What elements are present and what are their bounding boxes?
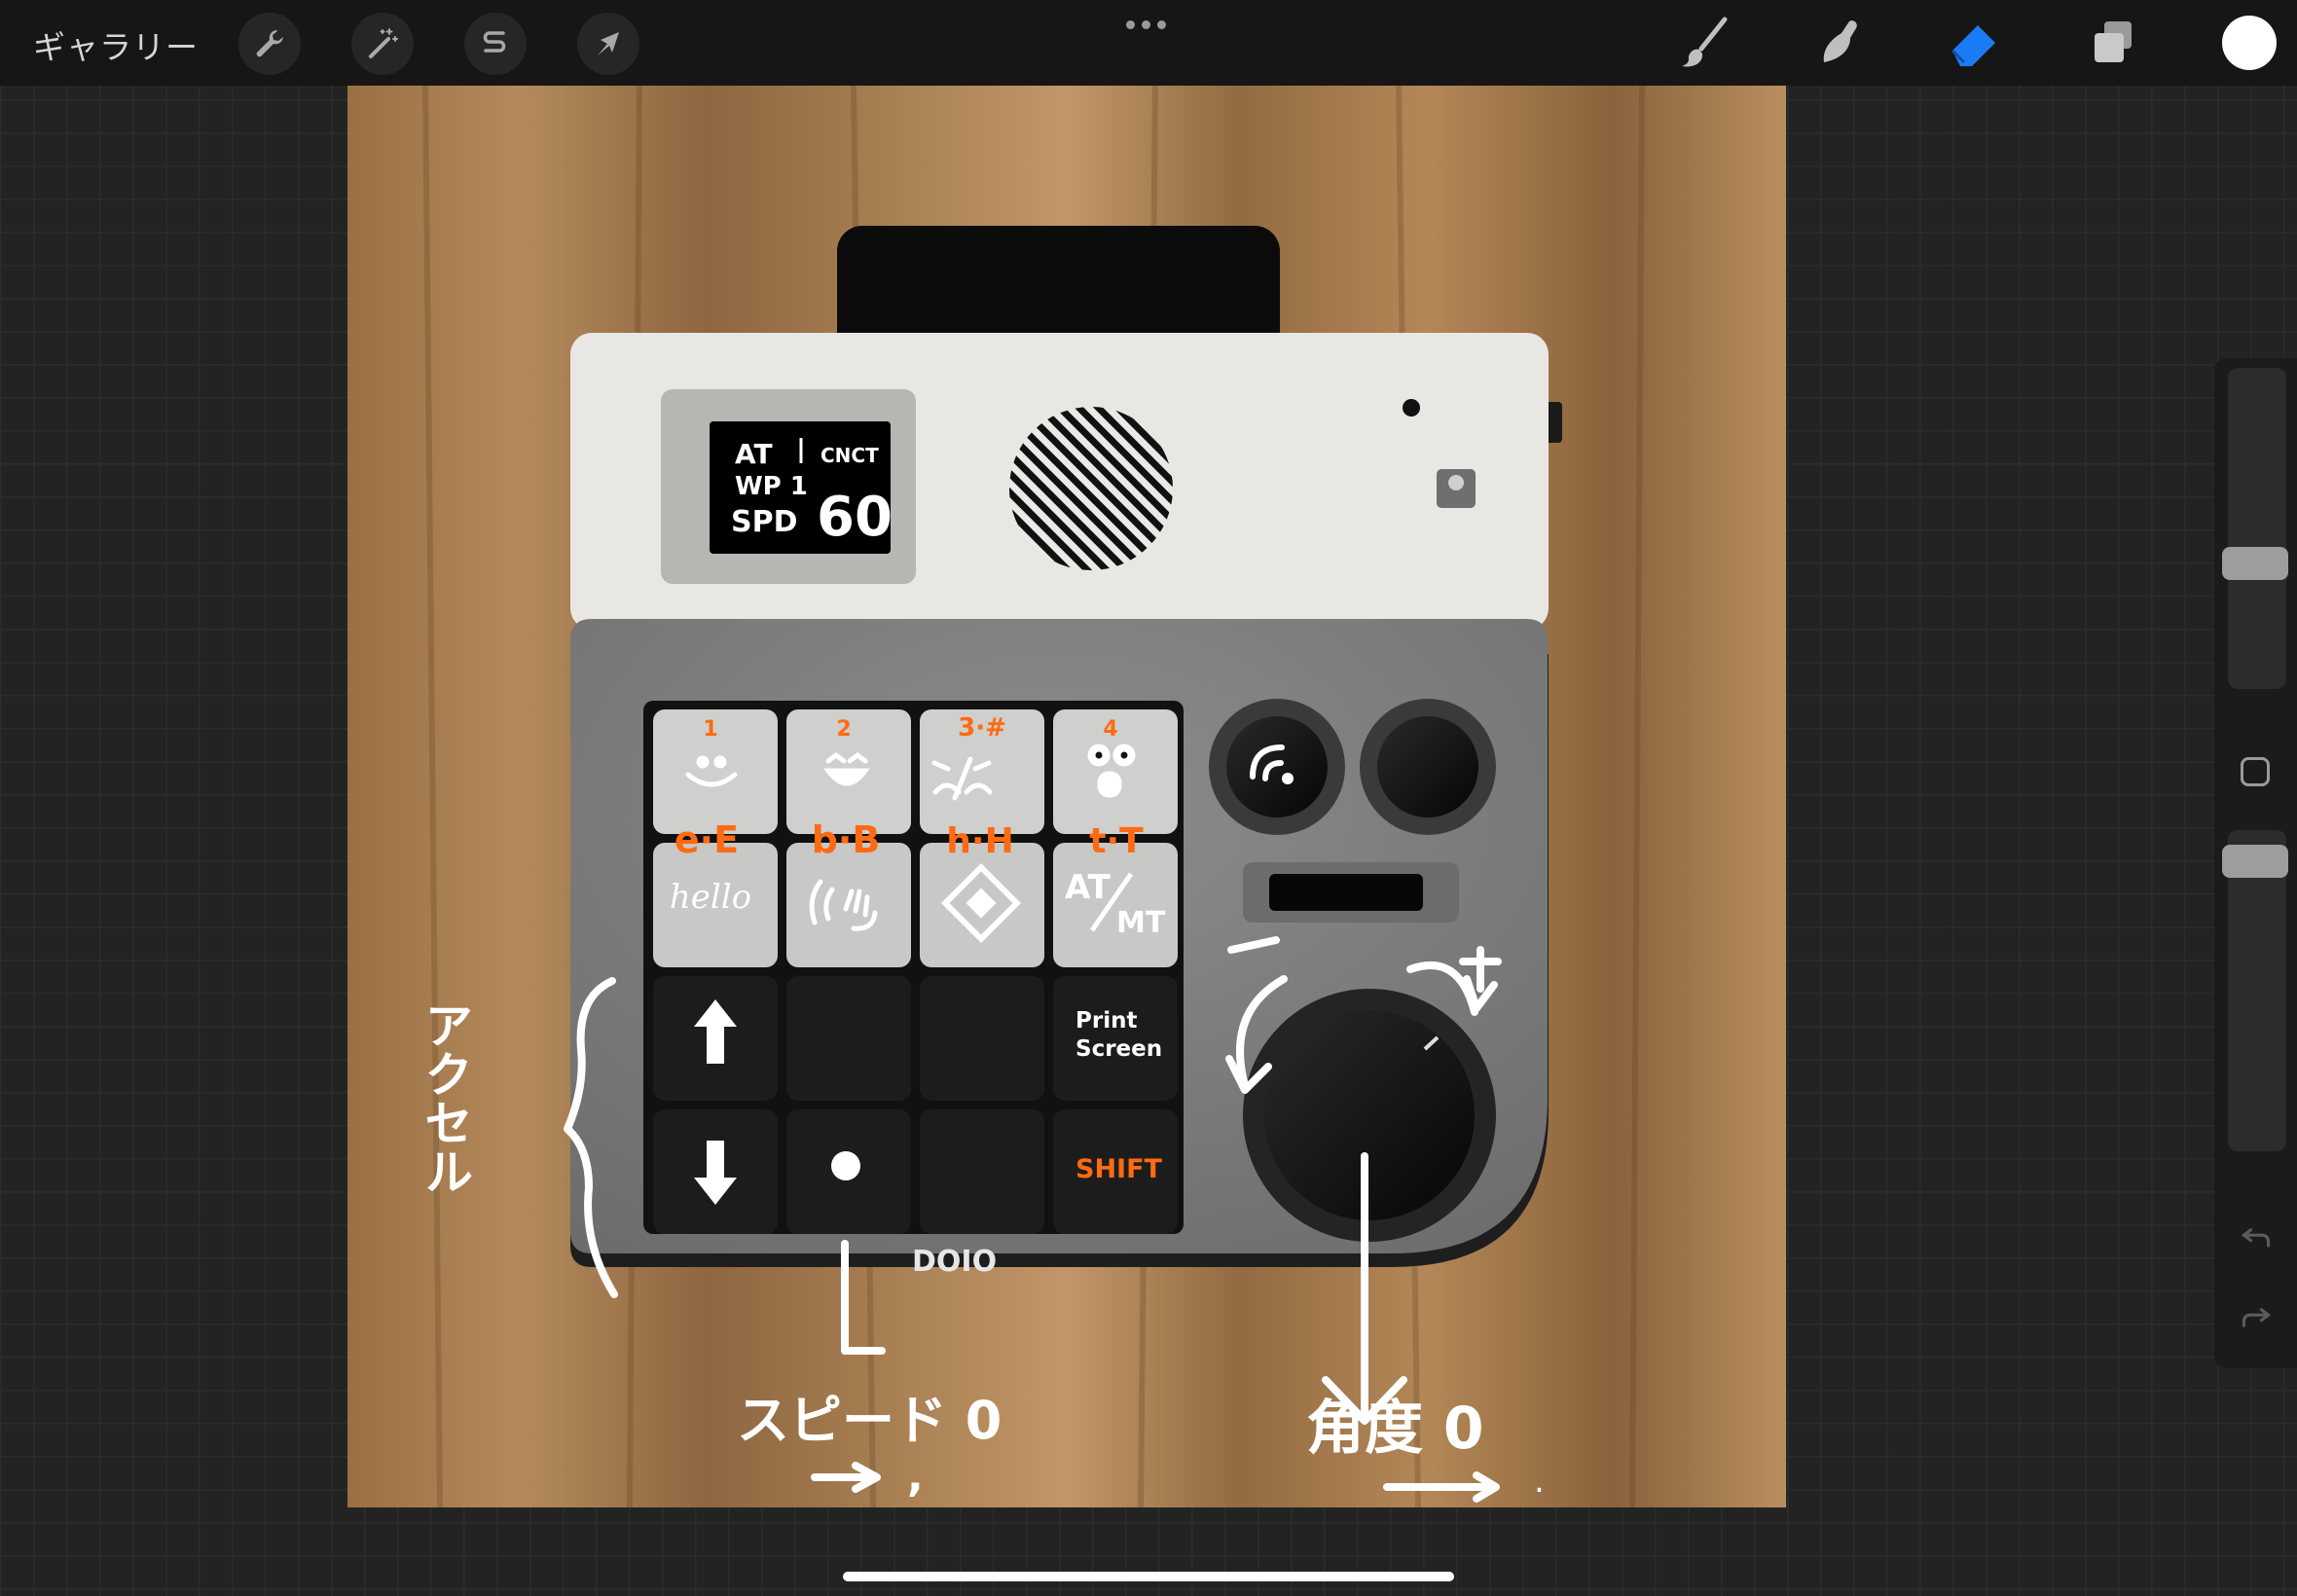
redo-icon[interactable] xyxy=(2234,1294,2279,1339)
magic-wand-icon xyxy=(369,28,398,58)
brush-size-slider[interactable] xyxy=(2228,368,2286,689)
oled-speed-value: 60 xyxy=(817,486,893,549)
selection-s-icon[interactable] xyxy=(464,13,527,75)
key-h-label: h·H xyxy=(946,821,1013,861)
oled-spd: SPD xyxy=(731,505,798,539)
key-at-text: AT xyxy=(1065,868,1112,907)
key3-number: 3·# xyxy=(958,713,1006,743)
opacity-slider[interactable] xyxy=(2228,830,2286,1151)
key4-number: 4 xyxy=(1103,717,1117,742)
undo-icon[interactable] xyxy=(2234,1215,2279,1259)
speaker-grille xyxy=(1009,407,1173,570)
eraser-tool[interactable] xyxy=(1941,10,2007,76)
brush-size-thumb[interactable] xyxy=(2222,546,2288,580)
speed-arrow-comma: , xyxy=(907,1452,924,1502)
angle-note: 角度 0 xyxy=(1306,1395,1484,1463)
arrow-cursor-icon xyxy=(598,32,619,55)
accel-note: アクセル xyxy=(417,1000,473,1195)
dot-glyph xyxy=(831,1151,860,1180)
smudge-tool[interactable] xyxy=(1806,10,1873,76)
brand-logo: DOIO xyxy=(912,1245,997,1279)
top-toolbar: ギャラリー xyxy=(0,0,2297,86)
modify-square-icon[interactable] xyxy=(2241,757,2270,786)
layers-tool[interactable] xyxy=(2079,10,2145,76)
drawing-canvas[interactable]: AT CNCT WP 1 SPD 60 1 2 3·# 4 e·E b·B h·… xyxy=(347,86,1786,1507)
adjustments-wand-icon[interactable] xyxy=(351,13,414,75)
more-options-icon[interactable] xyxy=(1126,20,1166,29)
wrench-icon xyxy=(256,30,283,57)
angle-arrow-dot: . xyxy=(1534,1462,1545,1501)
gallery-button[interactable]: ギャラリー xyxy=(33,21,199,68)
key-e-label: e·E xyxy=(675,818,739,861)
smudge-icon xyxy=(1823,20,1857,62)
speed-note: スピード 0 xyxy=(737,1390,1002,1451)
key-t-label: t·T xyxy=(1089,821,1144,861)
brush-tool[interactable] xyxy=(1672,10,1738,76)
key2-number: 2 xyxy=(836,717,851,742)
screen-text: Screen xyxy=(1076,1036,1162,1062)
oled-at: AT xyxy=(735,438,773,470)
print-text: Print xyxy=(1076,1008,1137,1034)
key-b-label: b·B xyxy=(812,818,881,861)
oled-wp: WP 1 xyxy=(735,472,808,501)
layers-icon xyxy=(2095,21,2132,62)
artwork: AT CNCT WP 1 SPD 60 1 2 3·# 4 e·E b·B h·… xyxy=(347,86,1786,1507)
transform-arrow-icon[interactable] xyxy=(577,13,639,75)
actions-wrench-icon[interactable] xyxy=(238,13,301,75)
oled-cnct: CNCT xyxy=(820,444,879,467)
key1-number: 1 xyxy=(703,717,717,742)
key-mt-text: MT xyxy=(1116,906,1166,940)
shift-text: SHIFT xyxy=(1076,1154,1163,1184)
side-tool-bar xyxy=(2214,358,2297,1368)
brush-icon xyxy=(1682,17,1728,67)
home-indicator[interactable] xyxy=(843,1572,1454,1581)
selection-icon xyxy=(483,31,506,53)
opacity-thumb[interactable] xyxy=(2222,844,2288,878)
eraser-icon xyxy=(1951,25,1995,66)
key-hello-text: hello xyxy=(670,878,751,917)
color-picker-swatch[interactable] xyxy=(2222,16,2277,70)
